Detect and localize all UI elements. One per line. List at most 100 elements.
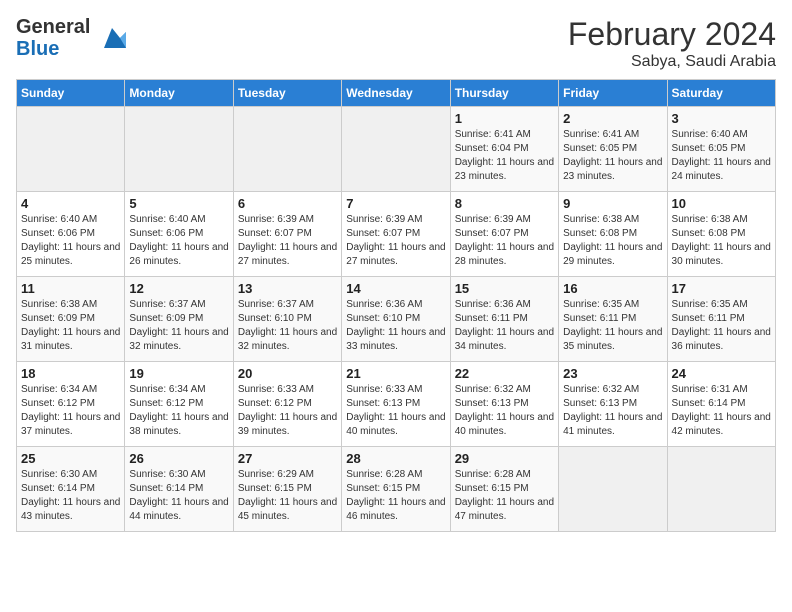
calendar-cell: 15 Sunrise: 6:36 AM Sunset: 6:11 PM Dayli… xyxy=(450,277,558,362)
day-info: Sunrise: 6:33 AM Sunset: 6:13 PM Dayligh… xyxy=(346,383,445,439)
day-info: Sunrise: 6:28 AM Sunset: 6:15 PM Dayligh… xyxy=(455,468,554,524)
calendar-cell: 5 Sunrise: 6:40 AM Sunset: 6:06 PM Daylig… xyxy=(125,192,233,277)
day-number: 15 xyxy=(455,281,554,296)
day-info: Sunrise: 6:36 AM Sunset: 6:11 PM Dayligh… xyxy=(455,298,554,354)
day-number: 2 xyxy=(563,111,662,126)
calendar-cell: 10 Sunrise: 6:38 AM Sunset: 6:08 PM Dayli… xyxy=(667,192,775,277)
calendar-cell: 27 Sunrise: 6:29 AM Sunset: 6:15 PM Dayli… xyxy=(233,447,341,532)
day-number: 26 xyxy=(129,451,228,466)
calendar-cell: 8Sunrise: 6:39 AM Sunset: 6:07 PM Daylig… xyxy=(450,192,558,277)
day-number: 25 xyxy=(21,451,120,466)
day-number: 10 xyxy=(672,196,771,211)
day-info: Sunrise: 6:36 AM Sunset: 6:10 PM Dayligh… xyxy=(346,298,445,354)
calendar-week-row: 4 Sunrise: 6:40 AM Sunset: 6:06 PM Daylig… xyxy=(17,192,776,277)
day-info: Sunrise: 6:30 AM Sunset: 6:14 PM Dayligh… xyxy=(21,468,120,524)
day-info: Sunrise: 6:31 AM Sunset: 6:14 PM Dayligh… xyxy=(672,383,771,439)
day-info: Sunrise: 6:41 AM Sunset: 6:04 PM Dayligh… xyxy=(455,128,554,184)
day-number: 13 xyxy=(238,281,337,296)
day-info: Sunrise: 6:39 AM Sunset: 6:07 PM Dayligh… xyxy=(455,213,554,269)
day-info: Sunrise: 6:38 AM Sunset: 6:08 PM Dayligh… xyxy=(672,213,771,269)
day-number: 7 xyxy=(346,196,445,211)
calendar-cell: 17 Sunrise: 6:35 AM Sunset: 6:11 PM Dayli… xyxy=(667,277,775,362)
calendar-cell: 18 Sunrise: 6:34 AM Sunset: 6:12 PM Dayli… xyxy=(17,362,125,447)
calendar-cell xyxy=(17,107,125,192)
day-number: 3 xyxy=(672,111,771,126)
day-info: Sunrise: 6:33 AM Sunset: 6:12 PM Dayligh… xyxy=(238,383,337,439)
page-header: General Blue February 2024 Sabya, Saudi … xyxy=(16,16,776,71)
col-header-tuesday: Tuesday xyxy=(233,80,341,107)
calendar-cell: 2Sunrise: 6:41 AM Sunset: 6:05 PM Daylig… xyxy=(559,107,667,192)
calendar-cell: 7 Sunrise: 6:39 AM Sunset: 6:07 PM Daylig… xyxy=(342,192,450,277)
calendar-week-row: 25 Sunrise: 6:30 AM Sunset: 6:14 PM Dayli… xyxy=(17,447,776,532)
calendar-table: SundayMondayTuesdayWednesdayThursdayFrid… xyxy=(16,79,776,532)
calendar-cell xyxy=(125,107,233,192)
calendar-cell: 12 Sunrise: 6:37 AM Sunset: 6:09 PM Dayli… xyxy=(125,277,233,362)
day-number: 11 xyxy=(21,281,120,296)
day-info: Sunrise: 6:39 AM Sunset: 6:07 PM Dayligh… xyxy=(346,213,445,269)
day-number: 14 xyxy=(346,281,445,296)
day-number: 22 xyxy=(455,366,554,381)
day-number: 23 xyxy=(563,366,662,381)
day-info: Sunrise: 6:40 AM Sunset: 6:06 PM Dayligh… xyxy=(21,213,120,269)
calendar-header-row: SundayMondayTuesdayWednesdayThursdayFrid… xyxy=(17,80,776,107)
day-number: 28 xyxy=(346,451,445,466)
month-year-title: February 2024 xyxy=(568,16,776,53)
col-header-wednesday: Wednesday xyxy=(342,80,450,107)
location-title: Sabya, Saudi Arabia xyxy=(568,53,776,71)
day-number: 24 xyxy=(672,366,771,381)
calendar-cell: 28Sunrise: 6:28 AM Sunset: 6:15 PM Dayli… xyxy=(342,447,450,532)
calendar-cell: 20Sunrise: 6:33 AM Sunset: 6:12 PM Dayli… xyxy=(233,362,341,447)
day-info: Sunrise: 6:37 AM Sunset: 6:10 PM Dayligh… xyxy=(238,298,337,354)
day-number: 12 xyxy=(129,281,228,296)
calendar-cell: 24 Sunrise: 6:31 AM Sunset: 6:14 PM Dayli… xyxy=(667,362,775,447)
calendar-cell: 6 Sunrise: 6:39 AM Sunset: 6:07 PM Daylig… xyxy=(233,192,341,277)
calendar-cell: 29 Sunrise: 6:28 AM Sunset: 6:15 PM Dayli… xyxy=(450,447,558,532)
calendar-cell: 11 Sunrise: 6:38 AM Sunset: 6:09 PM Dayli… xyxy=(17,277,125,362)
calendar-week-row: 18 Sunrise: 6:34 AM Sunset: 6:12 PM Dayli… xyxy=(17,362,776,447)
calendar-week-row: 11 Sunrise: 6:38 AM Sunset: 6:09 PM Dayli… xyxy=(17,277,776,362)
col-header-saturday: Saturday xyxy=(667,80,775,107)
day-info: Sunrise: 6:35 AM Sunset: 6:11 PM Dayligh… xyxy=(563,298,662,354)
calendar-cell xyxy=(559,447,667,532)
day-number: 17 xyxy=(672,281,771,296)
logo-text-blue: Blue xyxy=(16,38,90,60)
day-number: 18 xyxy=(21,366,120,381)
day-number: 1 xyxy=(455,111,554,126)
calendar-cell: 19Sunrise: 6:34 AM Sunset: 6:12 PM Dayli… xyxy=(125,362,233,447)
col-header-monday: Monday xyxy=(125,80,233,107)
col-header-thursday: Thursday xyxy=(450,80,558,107)
calendar-cell: 3 Sunrise: 6:40 AM Sunset: 6:05 PM Daylig… xyxy=(667,107,775,192)
calendar-cell: 23Sunrise: 6:32 AM Sunset: 6:13 PM Dayli… xyxy=(559,362,667,447)
calendar-cell xyxy=(342,107,450,192)
calendar-cell: 4 Sunrise: 6:40 AM Sunset: 6:06 PM Daylig… xyxy=(17,192,125,277)
calendar-week-row: 1 Sunrise: 6:41 AM Sunset: 6:04 PM Daylig… xyxy=(17,107,776,192)
day-number: 5 xyxy=(129,196,228,211)
day-info: Sunrise: 6:40 AM Sunset: 6:06 PM Dayligh… xyxy=(129,213,228,269)
logo: General Blue xyxy=(16,16,130,60)
day-info: Sunrise: 6:34 AM Sunset: 6:12 PM Dayligh… xyxy=(129,383,228,439)
day-number: 29 xyxy=(455,451,554,466)
day-info: Sunrise: 6:38 AM Sunset: 6:08 PM Dayligh… xyxy=(563,213,662,269)
day-info: Sunrise: 6:34 AM Sunset: 6:12 PM Dayligh… xyxy=(21,383,120,439)
calendar-cell: 25 Sunrise: 6:30 AM Sunset: 6:14 PM Dayli… xyxy=(17,447,125,532)
day-number: 27 xyxy=(238,451,337,466)
day-info: Sunrise: 6:39 AM Sunset: 6:07 PM Dayligh… xyxy=(238,213,337,269)
day-info: Sunrise: 6:30 AM Sunset: 6:14 PM Dayligh… xyxy=(129,468,228,524)
title-block: February 2024 Sabya, Saudi Arabia xyxy=(568,16,776,71)
day-info: Sunrise: 6:35 AM Sunset: 6:11 PM Dayligh… xyxy=(672,298,771,354)
day-info: Sunrise: 6:38 AM Sunset: 6:09 PM Dayligh… xyxy=(21,298,120,354)
calendar-cell: 22Sunrise: 6:32 AM Sunset: 6:13 PM Dayli… xyxy=(450,362,558,447)
logo-icon xyxy=(94,20,130,56)
calendar-cell: 26 Sunrise: 6:30 AM Sunset: 6:14 PM Dayli… xyxy=(125,447,233,532)
col-header-sunday: Sunday xyxy=(17,80,125,107)
col-header-friday: Friday xyxy=(559,80,667,107)
day-number: 6 xyxy=(238,196,337,211)
day-info: Sunrise: 6:37 AM Sunset: 6:09 PM Dayligh… xyxy=(129,298,228,354)
calendar-cell: 14 Sunrise: 6:36 AM Sunset: 6:10 PM Dayli… xyxy=(342,277,450,362)
logo-text: General xyxy=(16,16,90,38)
day-number: 16 xyxy=(563,281,662,296)
day-info: Sunrise: 6:40 AM Sunset: 6:05 PM Dayligh… xyxy=(672,128,771,184)
day-number: 4 xyxy=(21,196,120,211)
calendar-cell: 13 Sunrise: 6:37 AM Sunset: 6:10 PM Dayli… xyxy=(233,277,341,362)
day-info: Sunrise: 6:29 AM Sunset: 6:15 PM Dayligh… xyxy=(238,468,337,524)
